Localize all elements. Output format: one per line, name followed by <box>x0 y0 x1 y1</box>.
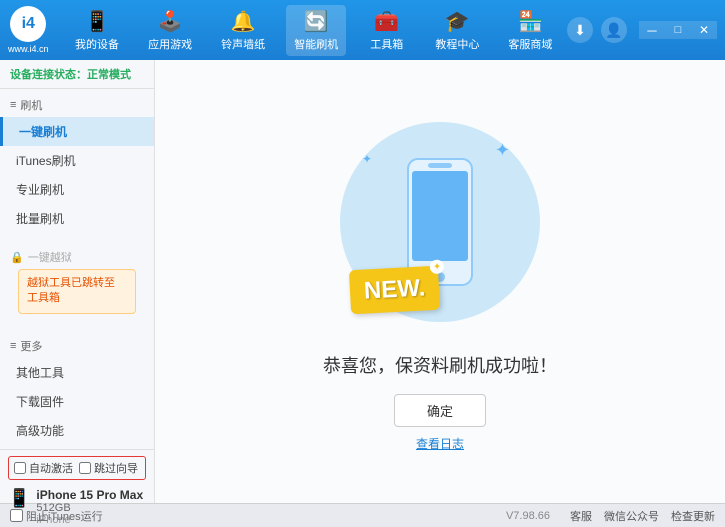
footer-version: V7.98.66 <box>506 510 550 522</box>
service-label: 客服商域 <box>508 36 552 52</box>
status-value: 正常模式 <box>87 69 131 81</box>
nav-ringtone[interactable]: 🔔 铃声墙纸 <box>213 5 273 56</box>
tutorial-icon: 🎓 <box>445 9 470 34</box>
maximize-button[interactable]: □ <box>665 21 691 39</box>
nav-tutorial[interactable]: 🎓 教程中心 <box>427 5 487 56</box>
flash-group-label: 刷机 <box>20 97 42 113</box>
auto-row-highlight: 自动激活 跳过向导 <box>8 456 146 480</box>
close-button[interactable]: ✕ <box>691 21 717 39</box>
confirm-button[interactable]: 确定 <box>394 394 486 427</box>
disabled-label: 一键越狱 <box>28 249 72 265</box>
download-button[interactable]: ⬇ <box>567 17 593 43</box>
skip-guide-checkbox[interactable] <box>79 462 91 474</box>
ringtone-icon: 🔔 <box>231 9 256 34</box>
sidebar-item-advanced[interactable]: 高级功能 <box>0 416 154 445</box>
toolbox-label: 工具箱 <box>370 36 403 52</box>
ringtone-label: 铃声墙纸 <box>221 36 265 52</box>
toolbox-icon: 🧰 <box>374 9 399 34</box>
device-phone-icon: 📱 <box>8 488 30 509</box>
device-status: 设备连接状态：正常模式 <box>0 60 154 89</box>
main-layout: 设备连接状态：正常模式 ≡ 刷机 一键刷机 iTunes刷机 专业刷机 批量刷机 <box>0 60 725 503</box>
logo-i4: i4 <box>22 15 35 33</box>
onekey-flash-label: 一键刷机 <box>19 125 67 139</box>
sidebar-item-batch-flash[interactable]: 批量刷机 <box>0 204 154 233</box>
flash-section: ≡ 刷机 一键刷机 iTunes刷机 专业刷机 批量刷机 <box>0 89 154 237</box>
main-nav: 📱 我的设备 🕹️ 应用游戏 🔔 铃声墙纸 🔄 智能刷机 🧰 工具箱 🎓 <box>61 5 567 56</box>
skip-guide-checkbox-label[interactable]: 跳过向导 <box>79 460 138 476</box>
sparkle-1: ✦ <box>495 140 510 161</box>
service-icon: 🏪 <box>518 9 543 34</box>
other-tools-label: 其他工具 <box>16 366 64 380</box>
user-button[interactable]: 👤 <box>601 17 627 43</box>
minimize-button[interactable]: ─ <box>639 21 665 39</box>
nav-toolbox[interactable]: 🧰 工具箱 <box>359 5 414 56</box>
disabled-section: 🔒 一键越狱 越狱工具已跳转至工具箱 <box>0 245 154 322</box>
flash-group-icon: ≡ <box>10 99 16 111</box>
lock-icon: 🔒 <box>10 251 24 264</box>
download-firmware-label: 下载固件 <box>16 395 64 409</box>
more-group-icon: ≡ <box>10 340 16 352</box>
pro-flash-label: 专业刷机 <box>16 183 64 197</box>
sidebar-item-download-firmware[interactable]: 下载固件 <box>0 387 154 416</box>
flash-group-header: ≡ 刷机 <box>0 93 154 117</box>
advanced-label: 高级功能 <box>16 424 64 438</box>
logo-subtitle: www.i4.cn <box>8 44 49 54</box>
my-device-icon: 📱 <box>85 9 110 34</box>
sidebar-item-onekey-flash[interactable]: 一键刷机 <box>0 117 154 146</box>
notice-text: 越狱工具已跳转至工具箱 <box>27 277 115 304</box>
new-badge-text: NEW. <box>363 274 426 304</box>
auto-activate-checkbox[interactable] <box>14 462 26 474</box>
footer-link-update[interactable]: 检查更新 <box>671 508 715 524</box>
footer-links: 客服 微信公众号 检查更新 <box>570 508 715 524</box>
stop-itunes-checkbox[interactable] <box>10 509 23 522</box>
tutorial-label: 教程中心 <box>435 36 479 52</box>
footer-link-service[interactable]: 客服 <box>570 508 592 524</box>
footer-link-wechat[interactable]: 微信公众号 <box>604 508 659 524</box>
nav-service[interactable]: 🏪 客服商域 <box>500 5 560 56</box>
more-group-label: 更多 <box>20 338 42 354</box>
nav-apps-games[interactable]: 🕹️ 应用游戏 <box>140 5 200 56</box>
content-area: ✦ ✦ NEW. ✦ 恭喜您，保资料刷机成功啦！ 确定 查看日志 <box>155 60 725 503</box>
success-message: 恭喜您，保资料刷机成功啦！ <box>323 352 557 378</box>
nav-my-device[interactable]: 📱 我的设备 <box>67 5 127 56</box>
stop-itunes-label: 阻止iTunes运行 <box>26 508 103 524</box>
sidebar: 设备连接状态：正常模式 ≡ 刷机 一键刷机 iTunes刷机 专业刷机 批量刷机 <box>0 60 155 503</box>
app-header: i4 www.i4.cn 📱 我的设备 🕹️ 应用游戏 🔔 铃声墙纸 🔄 智能刷… <box>0 0 725 60</box>
app-logo: i4 www.i4.cn <box>8 6 49 54</box>
stop-itunes-checkbox-label[interactable]: 阻止iTunes运行 <box>10 508 103 524</box>
footer-left: 阻止iTunes运行 <box>10 508 103 524</box>
jailbreak-disabled: 🔒 一键越狱 <box>10 249 144 265</box>
smart-flash-label: 智能刷机 <box>294 36 338 52</box>
view-log-link[interactable]: 查看日志 <box>416 435 464 452</box>
sidebar-item-other-tools[interactable]: 其他工具 <box>0 358 154 387</box>
auto-activate-checkbox-label[interactable]: 自动激活 <box>14 460 73 476</box>
new-badge: NEW. ✦ <box>349 265 441 314</box>
sparkle-2: ✦ <box>362 152 372 166</box>
nav-smart-flash[interactable]: 🔄 智能刷机 <box>286 5 346 56</box>
sidebar-item-itunes-flash[interactable]: iTunes刷机 <box>0 146 154 175</box>
header-right: ⬇ 👤 ─ □ ✕ <box>567 17 717 43</box>
more-section: ≡ 更多 其他工具 下载固件 高级功能 <box>0 330 154 449</box>
auto-activate-label: 自动激活 <box>29 460 73 476</box>
sidebar-item-pro-flash[interactable]: 专业刷机 <box>0 175 154 204</box>
itunes-flash-label: iTunes刷机 <box>16 154 76 168</box>
device-name: iPhone 15 Pro Max <box>36 488 143 502</box>
apps-label: 应用游戏 <box>148 36 192 52</box>
status-label: 设备连接状态： <box>10 69 87 81</box>
sidebar-notice: 越狱工具已跳转至工具箱 <box>18 269 136 314</box>
success-illustration: ✦ ✦ NEW. ✦ <box>330 112 550 332</box>
more-group-header: ≡ 更多 <box>0 334 154 358</box>
smart-flash-icon: 🔄 <box>304 9 329 34</box>
my-device-label: 我的设备 <box>75 36 119 52</box>
batch-flash-label: 批量刷机 <box>16 212 64 226</box>
apps-icon: 🕹️ <box>158 9 183 34</box>
skip-guide-label: 跳过向导 <box>94 460 138 476</box>
logo-circle: i4 <box>10 6 46 42</box>
